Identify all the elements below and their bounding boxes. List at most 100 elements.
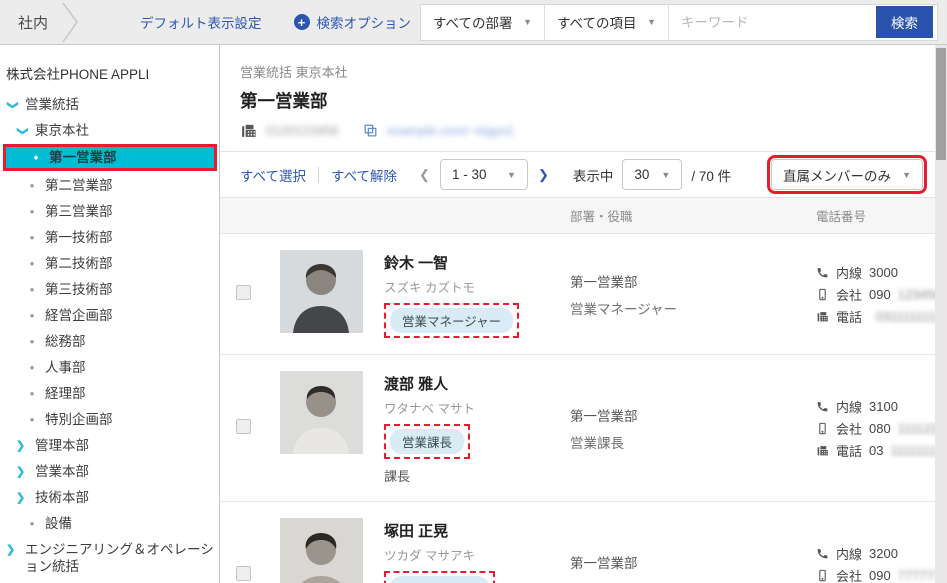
search-options-label: 検索オプション (317, 12, 412, 32)
sidebar-item-engineering-operations[interactable]: ❯ エンジニアリング＆オペレーション統括 (0, 536, 219, 579)
keyword-input[interactable] (669, 5, 876, 40)
person-title: 課長 (384, 466, 570, 485)
sidebar-item-tokubetsu-kikakubu[interactable]: • 特別企画部 (0, 406, 219, 432)
person-department: 第一営業部 (570, 405, 802, 425)
chevron-right-icon: ❯ (16, 438, 28, 455)
field-select[interactable]: すべての項目 ▼ (545, 5, 669, 40)
department-contact-line: 0120123456 example.com/~eigyo1 (220, 113, 935, 152)
chevron-right-icon: ❯ (6, 542, 18, 559)
sidebar-item-tokyo-honsha[interactable]: ❯ 東京本社 (0, 117, 219, 143)
handset-icon (816, 400, 829, 413)
sidebar-item-dai1-eigyobu-selected[interactable]: • 第一営業部 (3, 144, 217, 171)
person-name[interactable]: 渡部 雅人 (384, 373, 570, 394)
sidebar-item-dai1-gijutsubu[interactable]: • 第一技術部 (0, 224, 219, 250)
list-controls: すべて選択 すべて解除 ❮ 1 - 30 ▼ ❯ 表示中 30 ▼ / 70 件… (220, 152, 935, 197)
sidebar-item-keiei-kikakubu[interactable]: • 経営企画部 (0, 302, 219, 328)
sidebar-item-label: 第一技術部 (45, 229, 113, 246)
phone-number[interactable]: 3000 (869, 265, 898, 280)
person-role: 営業リーダー (570, 579, 802, 583)
scrollbar[interactable] (935, 45, 947, 583)
select-all-link[interactable]: すべて選択 (240, 165, 306, 185)
sidebar-item-label: 設備 (45, 515, 72, 532)
handset-icon (816, 266, 829, 279)
breadcrumb-chevron-icon (60, 0, 82, 45)
org-root-label[interactable]: 株式会社PHONE APPLI (0, 57, 219, 91)
divider (318, 167, 319, 183)
bullet-icon: • (26, 255, 38, 272)
sidebar-item-eigyo-toukatsu[interactable]: ❯ 営業統括 (0, 91, 219, 117)
sidebar-item-keiribu[interactable]: • 経理部 (0, 380, 219, 406)
phone-number[interactable]: 3200 (869, 546, 898, 561)
person-role: 営業課長 (570, 432, 802, 452)
department-select-value: すべての部署 (433, 12, 513, 32)
role-badge-annotation: 営業リーダー (384, 571, 495, 583)
search-button[interactable]: 検索 (876, 6, 933, 38)
department-url-link[interactable]: example.com/~eigyo1 (387, 123, 514, 138)
tab-internal[interactable]: 社内 (0, 12, 48, 33)
default-display-settings-link[interactable]: デフォルト表示設定 (140, 12, 262, 32)
row-checkbox[interactable] (236, 566, 251, 581)
sidebar-item-soumubu[interactable]: • 総務部 (0, 328, 219, 354)
phone-number[interactable]: 080 (869, 421, 891, 436)
phone-label: 会社 (836, 285, 862, 304)
prev-page-icon[interactable]: ❮ (419, 167, 430, 183)
page-range-select[interactable]: 1 - 30 ▼ (440, 159, 528, 190)
sidebar-item-label: 第三技術部 (45, 281, 113, 298)
sidebar-item-setsubi[interactable]: • 設備 (0, 510, 219, 536)
person-name[interactable]: 鈴木 一智 (384, 252, 570, 273)
bullet-icon: • (30, 149, 42, 166)
phone-label: 電話 (836, 441, 862, 460)
sidebar-item-dai3-gijutsubu[interactable]: • 第三技術部 (0, 276, 219, 302)
scrollbar-thumb[interactable] (936, 48, 946, 160)
sidebar-item-dai2-gijutsubu[interactable]: • 第二技術部 (0, 250, 219, 276)
sidebar-item-dai3-eigyobu[interactable]: • 第三営業部 (0, 198, 219, 224)
caret-down-icon: ▼ (523, 17, 532, 27)
department-select[interactable]: すべての部署 ▼ (421, 5, 545, 40)
sidebar-item-label: 東京本社 (35, 122, 89, 139)
person-name[interactable]: 塚田 正晃 (384, 520, 570, 541)
deselect-all-link[interactable]: すべて解除 (331, 165, 397, 185)
phone-number[interactable]: 03 (869, 443, 883, 458)
next-page-icon[interactable]: ❯ (538, 167, 549, 183)
sidebar-item-dai2-eigyobu[interactable]: • 第二営業部 (0, 172, 219, 198)
sidebar-item-jinjibu[interactable]: • 人事部 (0, 354, 219, 380)
column-header-phone: 電話番号 (802, 206, 935, 225)
sidebar-item-kanri-honbu[interactable]: ❯ 管理本部 (0, 432, 219, 458)
sidebar-item-label: 技術本部 (35, 489, 89, 506)
person-department: 第一営業部 (570, 552, 802, 572)
phone-number[interactable]: 3100 (869, 399, 898, 414)
row-checkbox[interactable] (236, 285, 251, 300)
sidebar-item-label: エンジニアリング＆オペレーション統括 (25, 541, 215, 575)
sidebar-item-eigyo-honbu[interactable]: ❯ 営業本部 (0, 458, 219, 484)
search-options-link[interactable]: + 検索オプション (294, 12, 412, 32)
bullet-icon: • (26, 333, 38, 350)
page-size-select[interactable]: 30 ▼ (622, 159, 682, 190)
person-kana: ツカダ マサアキ (384, 545, 570, 564)
phone-label: 内線 (836, 544, 862, 563)
member-filter-select[interactable]: 直属メンバーのみ ▼ (771, 159, 923, 190)
sidebar-item-pa-ventures[interactable]: • PAベンチャーズ (0, 579, 219, 583)
avatar (280, 518, 363, 583)
role-badge: 営業マネージャー (390, 308, 513, 333)
bullet-icon: • (26, 307, 38, 324)
bullet-icon: • (26, 229, 38, 246)
sidebar-item-label: 管理本部 (35, 437, 89, 454)
sidebar-item-gijutsu-honbu[interactable]: ❯ 技術本部 (0, 484, 219, 510)
bullet-icon: • (26, 359, 38, 376)
chevron-down-icon: ❯ (4, 100, 21, 112)
chevron-right-icon: ❯ (16, 490, 28, 507)
fax-icon (816, 444, 829, 457)
role-badge-annotation: 営業マネージャー (384, 303, 519, 338)
avatar (280, 250, 363, 333)
row-checkbox[interactable] (236, 419, 251, 434)
copy-icon[interactable] (363, 123, 378, 138)
bullet-icon: • (26, 281, 38, 298)
search-panel: すべての部署 ▼ すべての項目 ▼ 検索 (420, 4, 938, 41)
mobile-icon (816, 288, 829, 301)
column-header-dept: 部署・役職 (570, 206, 802, 225)
main-content: 営業統括 東京本社 第一営業部 0120123456 example.com/~… (220, 45, 947, 583)
sidebar-item-label: 総務部 (45, 333, 86, 350)
phone-number[interactable]: 090 (869, 287, 891, 302)
phone-number[interactable]: 090 (869, 568, 891, 583)
person-department: 第一営業部 (570, 271, 802, 291)
